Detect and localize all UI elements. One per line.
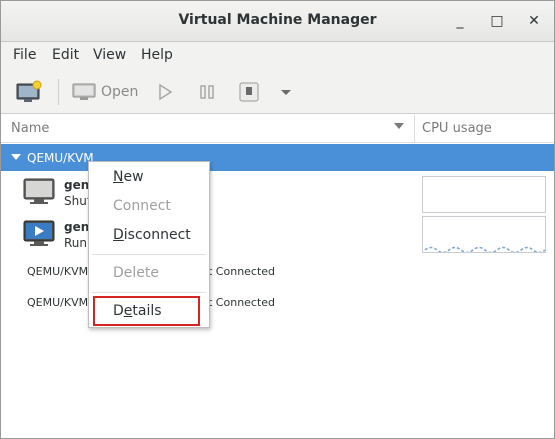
connection-status: t Connected <box>208 296 276 309</box>
column-header-name[interactable]: Name <box>11 121 49 136</box>
menu-separator <box>92 254 206 255</box>
menu-help[interactable]: Help <box>141 47 173 63</box>
menu-view[interactable]: View <box>93 47 126 63</box>
column-header-cpu[interactable]: CPU usage <box>422 121 492 136</box>
cpu-usage-graph <box>422 216 546 254</box>
connection-label: QEMU/KVM <box>27 151 94 165</box>
expander-icon[interactable] <box>11 154 21 160</box>
column-divider[interactable] <box>414 115 415 143</box>
connection-row[interactable]: QEMU/KVM <box>1 144 554 171</box>
menu-item-connect: Connect <box>113 198 171 214</box>
close-button[interactable]: ✕ <box>523 10 545 32</box>
menu-item-disconnect[interactable]: Disconnect <box>113 227 191 243</box>
list-header: Name CPU usage <box>1 115 554 143</box>
menu-file[interactable]: File <box>13 47 36 63</box>
new-vm-icon <box>16 80 42 102</box>
new-vm-button[interactable] <box>15 79 43 105</box>
title-bar: Virtual Machine Manager _ □ ✕ <box>1 1 554 42</box>
connection-status: t Connected <box>208 265 276 278</box>
chevron-down-icon <box>281 90 291 95</box>
menu-edit[interactable]: Edit <box>52 47 79 63</box>
cpu-usage-graph <box>422 176 546 213</box>
minimize-button[interactable]: _ <box>449 10 471 32</box>
connection-name[interactable]: QEMU/KVM <box>27 265 88 278</box>
connection-name[interactable]: QEMU/KVM <box>27 296 88 309</box>
monitor-off-icon <box>23 178 55 204</box>
toolbar-separator <box>58 79 59 105</box>
menu-item-disconnect-mnemonic: D <box>113 227 124 243</box>
menu-item-disconnect-label: isconnect <box>123 227 191 243</box>
open-label: Open <box>101 84 139 100</box>
menu-item-delete: Delete <box>113 265 159 281</box>
menu-item-new-label: ew <box>123 169 144 185</box>
menu-bar: File Edit View Help <box>1 42 554 71</box>
pause-icon <box>200 85 214 99</box>
play-icon <box>159 83 173 101</box>
monitor-icon <box>72 83 96 100</box>
annotation-highlight-box <box>93 296 200 326</box>
menu-item-new-mnemonic: N <box>113 169 124 185</box>
toolbar: Open <box>1 71 554 114</box>
shutdown-icon <box>239 82 259 102</box>
monitor-play-icon <box>23 220 55 246</box>
maximize-button[interactable]: □ <box>486 10 508 32</box>
main-window: Virtual Machine Manager _ □ ✕ File Edit … <box>0 0 555 439</box>
run-button[interactable] <box>156 79 174 105</box>
menu-separator <box>92 292 206 293</box>
menu-item-new[interactable]: New <box>113 169 144 185</box>
shutdown-menu-button[interactable] <box>280 79 292 105</box>
sort-arrow-icon[interactable] <box>394 123 404 129</box>
open-button[interactable]: Open <box>72 79 138 105</box>
cpu-sparkline <box>424 246 546 254</box>
shutdown-button[interactable] <box>238 79 260 105</box>
window-title: Virtual Machine Manager <box>178 12 377 28</box>
pause-button[interactable] <box>198 79 216 105</box>
